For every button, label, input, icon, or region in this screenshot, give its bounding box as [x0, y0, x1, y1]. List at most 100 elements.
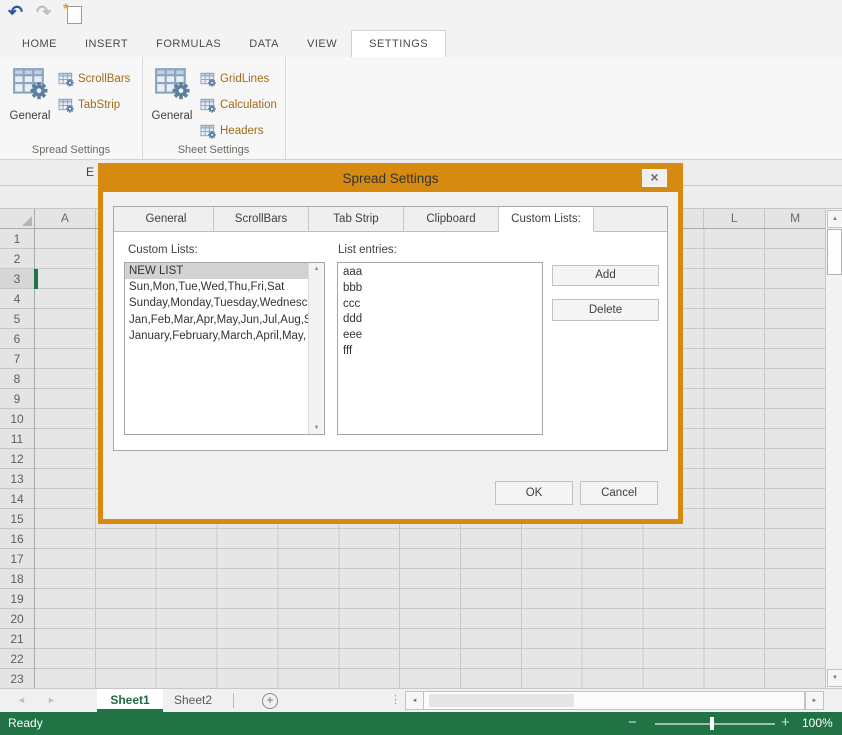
row-header-18[interactable]: 18 — [0, 569, 34, 589]
sheet-general-button[interactable]: General — [148, 61, 196, 135]
custom-list-item-0[interactable]: NEW LIST — [125, 263, 309, 279]
listbox-scrollbar[interactable]: ▲ ▼ — [308, 263, 324, 434]
headers-icon — [200, 123, 216, 139]
row-header-11[interactable]: 11 — [0, 429, 34, 449]
delete-button[interactable]: Delete — [552, 299, 659, 321]
column-header-M[interactable]: M — [765, 209, 825, 228]
row-header-16[interactable]: 16 — [0, 529, 34, 549]
zoom-percent[interactable]: 100% — [802, 716, 833, 730]
sheet-general-icon — [154, 64, 190, 105]
undo-icon[interactable]: ↶ — [8, 2, 23, 23]
row-header-9[interactable]: 9 — [0, 389, 34, 409]
row-header-23[interactable]: 23 — [0, 669, 34, 688]
gridlines-button[interactable]: GridLines — [200, 66, 277, 92]
column-header-L[interactable]: L — [704, 209, 765, 228]
scroll-left-icon[interactable]: ◄ — [405, 691, 424, 710]
list-entries-label: List entries: — [338, 244, 397, 256]
row-header-13[interactable]: 13 — [0, 469, 34, 489]
dialog-tab-tab-strip[interactable]: Tab Strip — [309, 207, 404, 232]
row-header-6[interactable]: 6 — [0, 329, 34, 349]
row-header-7[interactable]: 7 — [0, 349, 34, 369]
calculation-label: Calculation — [220, 99, 277, 111]
custom-list-item-1[interactable]: Sun,Mon,Tue,Wed,Thu,Fri,Sat — [125, 279, 309, 295]
row-header-20[interactable]: 20 — [0, 609, 34, 629]
select-all-icon — [22, 216, 32, 226]
row-header-4[interactable]: 4 — [0, 289, 34, 309]
column-header-A[interactable]: A — [35, 209, 96, 228]
listbox-scroll-down-icon[interactable]: ▼ — [309, 425, 324, 431]
zoom-in-icon[interactable]: + — [781, 714, 790, 731]
headers-label: Headers — [220, 125, 263, 137]
tabstrip-button[interactable]: TabStrip — [58, 92, 130, 118]
row-header-22[interactable]: 22 — [0, 649, 34, 669]
custom-list-item-3[interactable]: Jan,Feb,Mar,Apr,May,Jun,Jul,Aug,S — [125, 312, 309, 328]
row-header-3[interactable]: 3 — [0, 269, 34, 289]
custom-list-item-4[interactable]: January,February,March,April,May, — [125, 328, 309, 344]
row-header-15[interactable]: 15 — [0, 509, 34, 529]
custom-lists-listbox[interactable]: NEW LISTSun,Mon,Tue,Wed,Thu,Fri,SatSunda… — [124, 262, 325, 435]
quick-access-toolbar: ↶ ↷ * — [0, 0, 842, 30]
row-header-2[interactable]: 2 — [0, 249, 34, 269]
row-headers: 1234567891011121314151617181920212223 — [0, 229, 35, 688]
ribbon-tab-view[interactable]: VIEW — [293, 30, 351, 57]
ok-button[interactable]: OK — [495, 481, 573, 505]
selected-cell-indicator — [34, 269, 38, 289]
vertical-scrollbar-thumb[interactable] — [827, 229, 842, 275]
dialog-tab-scrollbars[interactable]: ScrollBars — [214, 207, 309, 232]
vertical-scrollbar[interactable]: ▲ ▼ — [825, 209, 842, 688]
new-document-icon[interactable]: * — [67, 6, 82, 24]
list-entries-box[interactable]: aaa bbb ccc ddd eee fff — [337, 262, 543, 435]
redo-icon[interactable]: ↷ — [36, 2, 51, 23]
ribbon-tab-settings[interactable]: SETTINGS — [351, 30, 446, 57]
horizontal-scrollbar-thumb[interactable] — [429, 694, 574, 707]
row-header-14[interactable]: 14 — [0, 489, 34, 509]
ribbon-tab-formulas[interactable]: FORMULAS — [142, 30, 235, 57]
sheet-nav-right-icon[interactable]: ► — [47, 695, 56, 705]
scroll-down-icon[interactable]: ▼ — [827, 669, 842, 687]
close-icon[interactable]: × — [642, 169, 667, 187]
dialog-tab-panel: GeneralScrollBarsTab StripClipboardCusto… — [113, 206, 668, 451]
row-header-8[interactable]: 8 — [0, 369, 34, 389]
cancel-button[interactable]: Cancel — [580, 481, 658, 505]
row-header-5[interactable]: 5 — [0, 309, 34, 329]
row-header-17[interactable]: 17 — [0, 549, 34, 569]
headers-button[interactable]: Headers — [200, 118, 277, 144]
ribbon-tab-home[interactable]: HOME — [8, 30, 71, 57]
sheet-nav-left-icon[interactable]: ◄ — [17, 695, 26, 705]
row-header-21[interactable]: 21 — [0, 629, 34, 649]
dialog-tab-custom-lists[interactable]: Custom Lists: — [499, 207, 594, 232]
splitter-dots-icon[interactable]: ⋮ — [390, 693, 401, 706]
gridlines-icon — [200, 71, 216, 87]
zoom-out-icon[interactable]: − — [628, 714, 637, 731]
add-button[interactable]: Add — [552, 265, 659, 286]
listbox-scroll-up-icon[interactable]: ▲ — [309, 266, 324, 272]
row-header-10[interactable]: 10 — [0, 409, 34, 429]
scroll-right-icon[interactable]: ► — [805, 691, 824, 710]
select-all-corner[interactable] — [0, 209, 35, 229]
calculation-button[interactable]: Calculation — [200, 92, 277, 118]
dialog-tab-bar: GeneralScrollBarsTab StripClipboardCusto… — [114, 207, 667, 232]
horizontal-scrollbar[interactable] — [423, 691, 805, 710]
scroll-up-icon[interactable]: ▲ — [827, 210, 842, 228]
zoom-slider-thumb[interactable] — [710, 717, 714, 730]
sheet-tab-sheet1[interactable]: Sheet1 — [97, 689, 163, 712]
sheet-tab-strip: ◄ ► Sheet1 Sheet2 + ⋮ ◄ ► — [0, 688, 842, 712]
gridlines-label: GridLines — [220, 73, 269, 85]
ribbon-tab-data[interactable]: DATA — [235, 30, 293, 57]
row-header-1[interactable]: 1 — [0, 229, 34, 249]
group-label-sheet-settings: Sheet Settings — [142, 144, 285, 156]
dialog-tab-clipboard[interactable]: Clipboard — [404, 207, 499, 232]
row-header-12[interactable]: 12 — [0, 449, 34, 469]
dialog-title: Spread Settings — [342, 171, 438, 186]
formula-bar-text: E — [86, 165, 94, 179]
dialog-tab-general[interactable]: General — [119, 207, 214, 232]
zoom-slider-track[interactable] — [655, 723, 775, 725]
custom-list-item-2[interactable]: Sunday,Monday,Tuesday,Wednesc — [125, 295, 309, 311]
add-sheet-button[interactable]: + — [262, 693, 278, 709]
row-header-19[interactable]: 19 — [0, 589, 34, 609]
dialog-title-bar[interactable]: Spread Settings × — [103, 168, 678, 192]
ribbon-tab-insert[interactable]: INSERT — [71, 30, 142, 57]
scrollbars-button[interactable]: ScrollBars — [58, 66, 130, 92]
spread-general-button[interactable]: General — [6, 61, 54, 135]
sheet-tab-sheet2[interactable]: Sheet2 — [163, 689, 223, 712]
